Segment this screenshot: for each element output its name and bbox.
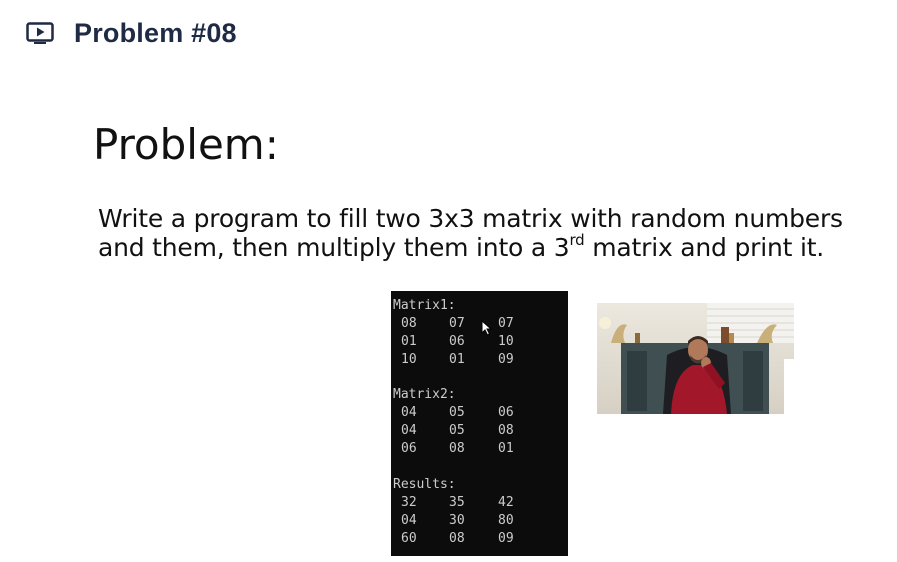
- matrix1-cell: 06: [449, 334, 465, 349]
- results-cell: 80: [498, 513, 514, 528]
- matrix1-cell: 07: [449, 316, 465, 331]
- matrix1-label: Matrix1:: [393, 298, 456, 313]
- lesson-header: Problem #08: [26, 16, 237, 50]
- results-cell: 09: [498, 531, 514, 546]
- results-cell: 08: [449, 531, 465, 546]
- matrix1-cell: 10: [401, 352, 417, 367]
- matrix2-cell: 08: [498, 423, 514, 438]
- console-output: Matrix1: 08 07 07 01 06 10 10 01 09 Matr…: [391, 291, 568, 556]
- matrix1-cell: 08: [401, 316, 417, 331]
- matrix2-cell: 06: [401, 441, 417, 456]
- video-play-icon[interactable]: [26, 22, 54, 44]
- matrix2-cell: 04: [401, 405, 417, 420]
- matrix2-cell: 01: [498, 441, 514, 456]
- lesson-title: Problem #08: [74, 17, 237, 48]
- matrix2-cell: 08: [449, 441, 465, 456]
- superscript-rd: rd: [569, 231, 585, 249]
- matrix1-cell: 07: [498, 316, 514, 331]
- matrix1-cell: 01: [449, 352, 465, 367]
- results-cell: 60: [401, 531, 417, 546]
- results-label: Results:: [393, 477, 456, 492]
- results-cell: 42: [498, 495, 514, 510]
- results-cell: 30: [449, 513, 465, 528]
- problem-statement: Write a program to fill two 3x3 matrix w…: [98, 204, 893, 262]
- problem-line-2-end: matrix and print it.: [584, 233, 825, 262]
- instructor-webcam-video[interactable]: [597, 303, 794, 414]
- matrix1-cell: 09: [498, 352, 514, 367]
- matrix1-cell: 01: [401, 334, 417, 349]
- problem-line-1: Write a program to fill two 3x3 matrix w…: [98, 204, 843, 233]
- problem-line-2: and them, then multiply them into a 3rd …: [98, 231, 893, 263]
- results-cell: 04: [401, 513, 417, 528]
- results-cell: 32: [401, 495, 417, 510]
- matrix2-cell: 06: [498, 405, 514, 420]
- matrix2-cell: 05: [449, 423, 465, 438]
- slide-heading: Problem:: [93, 120, 279, 169]
- problem-line-2-start: and them, then multiply them into a 3: [98, 233, 570, 262]
- results-cell: 35: [449, 495, 465, 510]
- matrix2-label: Matrix2:: [393, 387, 456, 402]
- mouse-cursor-icon: [481, 319, 493, 336]
- matrix2-cell: 05: [449, 405, 465, 420]
- matrix2-cell: 04: [401, 423, 417, 438]
- matrix1-cell: 10: [498, 334, 514, 349]
